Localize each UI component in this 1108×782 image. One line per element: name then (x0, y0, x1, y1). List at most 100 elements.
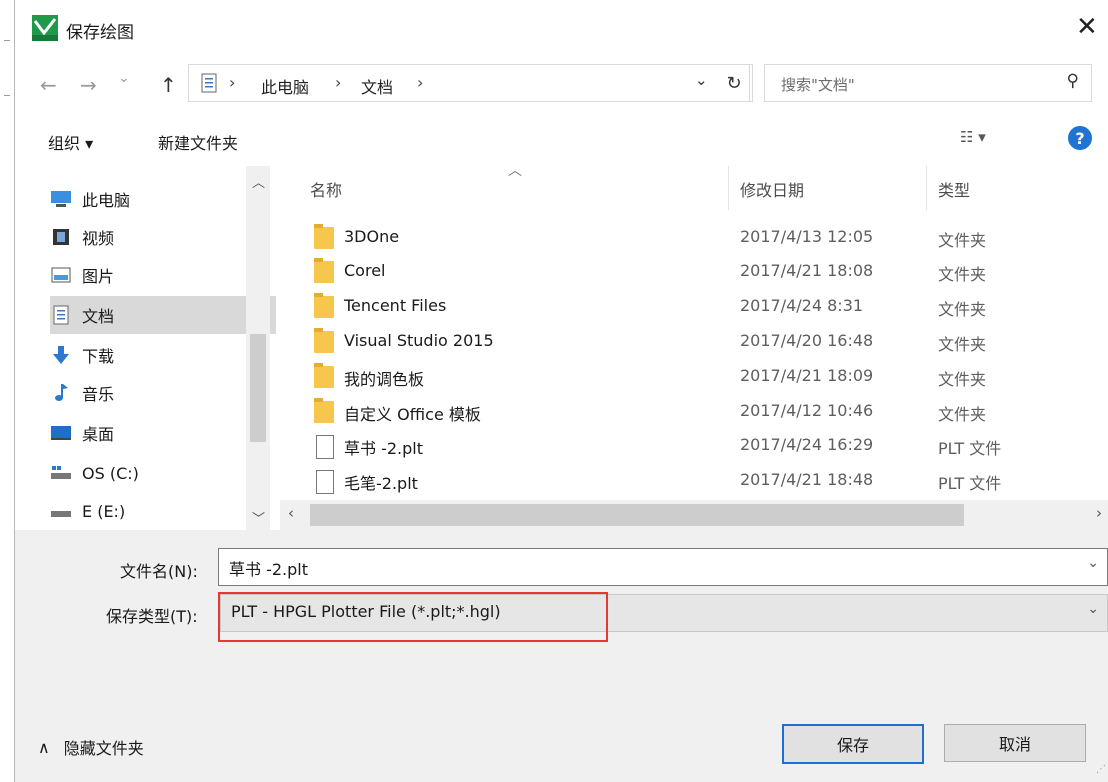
drive-icon (50, 502, 72, 520)
folder-icon (314, 293, 334, 318)
parent-window-edge (0, 0, 15, 782)
file-type: 文件夹 (938, 265, 987, 284)
hide-folders-toggle[interactable]: ∧ 隐藏文件夹 (38, 735, 144, 759)
scroll-left-icon[interactable]: ‹ (288, 504, 294, 522)
filename-input[interactable]: 草书 -2.plt ⌄ (218, 548, 1108, 586)
picture-icon (50, 266, 72, 284)
document-icon (50, 305, 72, 325)
file-date: 2017/4/21 18:09 (740, 366, 874, 385)
address-bar[interactable]: › 此电脑 › 文档 › ⌄ (188, 64, 750, 102)
folder-icon (314, 398, 334, 423)
edge-tick (4, 95, 10, 96)
window-title: 保存绘图 (66, 23, 134, 43)
sidebar-item-documents[interactable]: 文档 (50, 296, 276, 334)
file-type: 文件夹 (938, 370, 987, 389)
filetype-label: 保存类型(T): (106, 607, 198, 626)
file-row[interactable]: 毛笔-2.plt 2017/4/21 18:48 PLT 文件 (296, 464, 1096, 498)
sidebar-item-label: 桌面 (82, 425, 115, 444)
drive-icon (50, 464, 72, 482)
sidebar-item-videos[interactable]: 视频 (50, 218, 276, 256)
file-date: 2017/4/13 12:05 (740, 227, 874, 246)
nav-pane-scrollbar[interactable]: ︿ ﹀ (246, 166, 270, 530)
file-name: Corel (344, 261, 386, 280)
resize-grip-icon[interactable]: ⋰ (1096, 764, 1106, 775)
folder-icon (314, 363, 334, 388)
file-row[interactable]: 草书 -2.plt 2017/4/24 16:29 PLT 文件 (296, 429, 1096, 463)
music-icon (50, 384, 72, 402)
filename-label: 文件名(N): (120, 562, 198, 581)
file-date: 2017/4/24 16:29 (740, 435, 874, 454)
edge-tick (4, 40, 10, 41)
file-date: 2017/4/20 16:48 (740, 331, 874, 350)
sidebar-item-label: 音乐 (82, 385, 115, 404)
recent-locations-icon[interactable]: ⌄ (118, 70, 130, 86)
column-header-type[interactable]: 类型 (938, 177, 970, 201)
save-button[interactable]: 保存 (782, 724, 924, 764)
file-type: 文件夹 (938, 300, 987, 319)
breadcrumb-this-pc[interactable]: 此电脑 (261, 74, 309, 98)
hide-folders-label: 隐藏文件夹 (63, 739, 144, 758)
scrollbar-thumb[interactable] (310, 504, 964, 526)
chevron-down-icon[interactable]: ⌄ (1087, 601, 1099, 617)
up-arrow-icon[interactable]: ↑ (160, 73, 177, 97)
filename-value: 草书 -2.plt (229, 560, 309, 579)
search-box[interactable]: 搜索"文档" ⚲ (764, 64, 1092, 102)
file-list-hscrollbar[interactable]: ‹ › (280, 500, 1108, 530)
file-type: 文件夹 (938, 405, 987, 424)
cancel-button[interactable]: 取消 (944, 724, 1086, 762)
title-bar (15, 0, 1108, 60)
file-type: 文件夹 (938, 231, 987, 250)
search-icon[interactable]: ⚲ (1067, 71, 1079, 91)
file-type: PLT 文件 (938, 474, 1002, 493)
scroll-right-icon[interactable]: › (1096, 504, 1102, 522)
sidebar-item-label: 下载 (82, 347, 115, 366)
sidebar-item-label: 视频 (82, 229, 115, 248)
file-date: 2017/4/12 10:46 (740, 401, 874, 420)
file-row[interactable]: 自定义 Office 模板 2017/4/12 10:46 文件夹 (296, 395, 1096, 429)
file-row[interactable]: Visual Studio 2015 2017/4/20 16:48 文件夹 (296, 325, 1096, 359)
refresh-icon[interactable]: ↻ (716, 64, 753, 102)
forward-arrow-icon[interactable]: → (80, 73, 97, 97)
file-row[interactable]: Corel 2017/4/21 18:08 文件夹 (296, 255, 1096, 289)
organize-menu[interactable]: 组织 ▾ (48, 130, 93, 154)
column-divider[interactable] (728, 166, 729, 210)
column-header-date[interactable]: 修改日期 (740, 177, 804, 201)
column-header-name[interactable]: 名称 (310, 177, 342, 201)
column-divider[interactable] (926, 166, 927, 210)
file-row[interactable]: Tencent Files 2017/4/24 8:31 文件夹 (296, 290, 1096, 324)
file-date: 2017/4/24 8:31 (740, 296, 864, 315)
file-row[interactable]: 3DOne 2017/4/13 12:05 文件夹 (296, 221, 1096, 255)
crumb-separator: › (417, 73, 424, 92)
help-icon[interactable]: ? (1068, 126, 1092, 150)
sidebar-item-drive-c[interactable]: OS (C:) (50, 454, 276, 492)
new-folder-button[interactable]: 新建文件夹 (158, 130, 238, 154)
view-options-icon[interactable]: ☷ ▾ (960, 128, 986, 146)
scroll-up-icon[interactable]: ︿ (252, 172, 265, 191)
scrollbar-thumb[interactable] (250, 334, 266, 442)
close-icon[interactable]: ✕ (1076, 12, 1098, 42)
file-row[interactable]: 我的调色板 2017/4/21 18:09 文件夹 (296, 360, 1096, 394)
chevron-down-icon[interactable]: ⌄ (1087, 555, 1099, 571)
sidebar-item-label: 文档 (82, 307, 115, 326)
sidebar-item-music[interactable]: 音乐 (50, 374, 276, 412)
sidebar-item-downloads[interactable]: 下载 (50, 336, 276, 374)
sidebar-item-desktop[interactable]: 桌面 (50, 414, 276, 452)
file-type: 文件夹 (938, 335, 987, 354)
sidebar-item-pictures[interactable]: 图片 (50, 256, 276, 294)
desktop-icon (50, 424, 72, 442)
back-arrow-icon[interactable]: ← (40, 73, 57, 97)
crumb-separator: › (335, 73, 342, 92)
navigation-pane: 此电脑 视频 图片 文档 下载 音乐 桌面 OS (C:) E (E:) (30, 166, 276, 530)
file-name: 我的调色板 (344, 370, 425, 389)
breadcrumb-documents[interactable]: 文档 (361, 74, 393, 98)
sidebar-item-this-pc[interactable]: 此电脑 (50, 180, 276, 218)
file-name: 毛笔-2.plt (344, 474, 418, 493)
app-logo-icon (32, 15, 58, 41)
folder-icon (314, 328, 334, 353)
sidebar-item-label: 图片 (82, 267, 115, 286)
sidebar-item-drive-e[interactable]: E (E:) (50, 492, 276, 530)
scroll-down-icon[interactable]: ﹀ (252, 508, 265, 527)
address-dropdown-icon[interactable]: ⌄ (695, 71, 708, 89)
file-name: 自定义 Office 模板 (344, 405, 481, 424)
file-name: Visual Studio 2015 (344, 331, 494, 350)
